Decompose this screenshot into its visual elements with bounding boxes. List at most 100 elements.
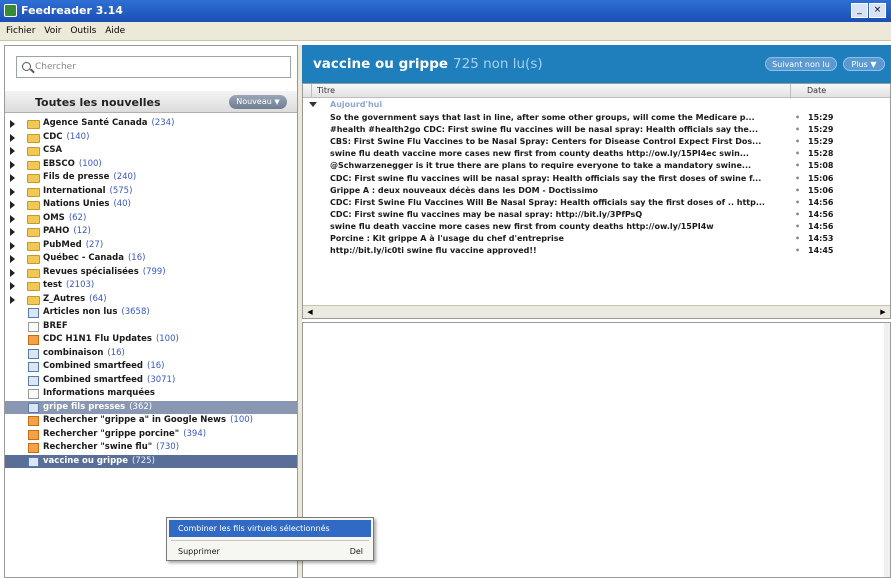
feed-item[interactable]: CDC H1N1 Flu Updates (100) [5, 333, 297, 347]
collapse-icon[interactable] [309, 102, 317, 107]
article-time: 15:08 [808, 161, 834, 171]
feed-item[interactable]: Rechercher "grippe porcine" (394) [5, 428, 297, 442]
expand-arrow-icon[interactable] [10, 174, 15, 182]
expand-arrow-icon[interactable] [10, 133, 15, 142]
column-separator [311, 84, 312, 97]
menu-voir[interactable]: Voir [44, 26, 61, 36]
feed-item[interactable]: Fils de presse (240) [5, 171, 297, 185]
close-button[interactable]: × [869, 3, 886, 18]
feed-count: (100) [78, 158, 102, 169]
expand-arrow-icon[interactable] [10, 282, 15, 290]
article-row[interactable]: So the government says that last in line… [303, 112, 890, 124]
scroll-right-icon[interactable]: ▶ [878, 308, 888, 317]
expand-arrow-icon[interactable] [10, 255, 15, 263]
article-row[interactable]: Grippe A : deux nouveaux décès dans les … [303, 185, 890, 197]
feed-count: (100) [230, 415, 253, 425]
article-row[interactable]: CDC: First swine flu vaccines may be nas… [303, 209, 890, 221]
expand-arrow-icon[interactable] [10, 241, 15, 250]
article-title: Grippe A : deux nouveaux décès dans les … [330, 185, 599, 195]
feed-item[interactable]: PAHO (12) [5, 225, 297, 239]
article-time: 14:56 [808, 221, 834, 231]
search-input[interactable]: Chercher [16, 56, 291, 78]
article-row[interactable]: #health #health2go CDC: First swine flu … [303, 124, 890, 136]
column-separator[interactable] [790, 84, 791, 97]
article-row[interactable]: swine flu death vaccine more cases new f… [303, 148, 890, 160]
article-time: 15:29 [808, 113, 834, 122]
feed-item[interactable]: BREF [5, 320, 297, 334]
feed-title: vaccine ou grippe 725 non lu(s) [313, 56, 543, 72]
feed-item[interactable]: PubMed (27) [5, 239, 297, 253]
article-row[interactable]: swine flu death vaccine more cases new f… [303, 221, 890, 233]
feed-name: OMS [43, 212, 65, 223]
feed-count: (575) [109, 185, 133, 196]
menu-item-combine[interactable]: Combiner les fils virtuels sélectionnés [169, 520, 371, 537]
feed-item[interactable]: gripe fils presses (362) [5, 400, 297, 414]
feed-item[interactable]: combinaison (16) [5, 347, 297, 361]
article-time: 15:29 [808, 137, 834, 147]
feed-item[interactable]: Nations Unies (40) [5, 198, 297, 212]
group-row[interactable]: Aujourd'hui [303, 99, 890, 111]
article-row[interactable]: CDC: First swine flu vaccines will be na… [303, 173, 890, 185]
feed-item[interactable]: Articles non lus (3658) [5, 306, 297, 320]
feed-item[interactable]: Rechercher "swine flu" (730) [5, 441, 297, 455]
column-date[interactable]: Date [807, 86, 826, 95]
window-title: Feedreader 3.14 [21, 4, 123, 17]
expand-arrow-icon[interactable] [10, 268, 15, 277]
folder-icon [27, 120, 40, 129]
article-row[interactable]: http://bit.ly/ic0ti swine flu vaccine ap… [303, 245, 890, 257]
feed-item[interactable]: Québec - Canada (16) [5, 252, 297, 266]
feed-name: Combined smartfeed [43, 374, 144, 385]
expand-arrow-icon[interactable] [10, 187, 15, 196]
feed-item[interactable]: OMS (62) [5, 212, 297, 226]
unread-dot-icon: • [795, 221, 801, 231]
new-feed-button[interactable]: Nouveau ▼ [229, 95, 287, 109]
scroll-left-icon[interactable]: ◀ [305, 308, 315, 317]
expand-arrow-icon[interactable] [10, 228, 15, 236]
next-unread-button[interactable]: Suivant non lu [765, 57, 837, 71]
expand-arrow-icon[interactable] [10, 214, 15, 223]
menu-fichier[interactable]: Fichier [6, 26, 35, 36]
article-row[interactable]: CBS: First Swine Flu Vaccines to be Nasa… [303, 136, 890, 148]
feed-name: International [43, 185, 106, 196]
column-title[interactable]: Titre [317, 86, 335, 95]
expand-arrow-icon[interactable] [10, 201, 15, 209]
unread-dot-icon: • [795, 246, 801, 256]
feed-item[interactable]: EBSCO (100) [5, 158, 297, 172]
feed-item[interactable]: Combined smartfeed (16) [5, 360, 297, 374]
feed-item[interactable]: Agence Santé Canada (234) [5, 117, 297, 131]
expand-arrow-icon[interactable] [10, 295, 15, 304]
article-row[interactable]: @Schwarzenegger is it true there are pla… [303, 160, 890, 172]
feed-item[interactable]: Revues spécialisées (799) [5, 266, 297, 280]
feed-item[interactable]: International (575) [5, 185, 297, 199]
title-bar[interactable]: Feedreader 3.14 _ × [0, 0, 891, 22]
feed-item-label: CDC (140) [43, 132, 89, 142]
vertical-scrollbar[interactable] [884, 323, 890, 577]
context-menu: Combiner les fils virtuels sélectionnés … [166, 517, 374, 561]
horizontal-scrollbar[interactable]: ◀ ▶ [303, 305, 890, 318]
more-button[interactable]: Plus ▼ [843, 57, 885, 71]
article-row[interactable]: Porcine : Kit grippe A à l'usage du chef… [303, 233, 890, 245]
expand-arrow-icon[interactable] [10, 120, 15, 128]
feed-count: (64) [89, 293, 107, 304]
feed-item[interactable]: Combined smartfeed (3071) [5, 374, 297, 388]
expand-arrow-icon[interactable] [10, 147, 15, 155]
feed-item[interactable]: Rechercher "grippe a" in Google News (100… [5, 414, 297, 428]
feed-name: Revues spécialisées [43, 266, 139, 277]
virtual-feed-icon [28, 375, 39, 386]
feed-item[interactable]: test (2103) [5, 279, 297, 293]
menu-outils[interactable]: Outils [70, 26, 96, 36]
expand-arrow-icon[interactable] [10, 160, 15, 169]
feed-item[interactable]: CSA [5, 144, 297, 158]
feed-item[interactable]: vaccine ou grippe (725) [5, 454, 297, 468]
menu-item-delete[interactable]: Supprimer Del [169, 544, 371, 559]
next-unread-label: Suivant non lu [772, 60, 830, 69]
article-row[interactable]: CDC: First Swine Flu Vaccines Will Be Na… [303, 197, 890, 209]
menu-aide[interactable]: Aide [105, 26, 125, 36]
feed-name: PubMed [43, 239, 82, 250]
feed-item[interactable]: Informations marquées [5, 387, 297, 401]
feed-item[interactable]: Z_Autres (64) [5, 293, 297, 307]
feed-item[interactable]: CDC (140) [5, 131, 297, 145]
virtual-feed-icon [28, 308, 39, 318]
minimize-button[interactable]: _ [851, 3, 868, 18]
unread-dot-icon: • [795, 209, 801, 219]
